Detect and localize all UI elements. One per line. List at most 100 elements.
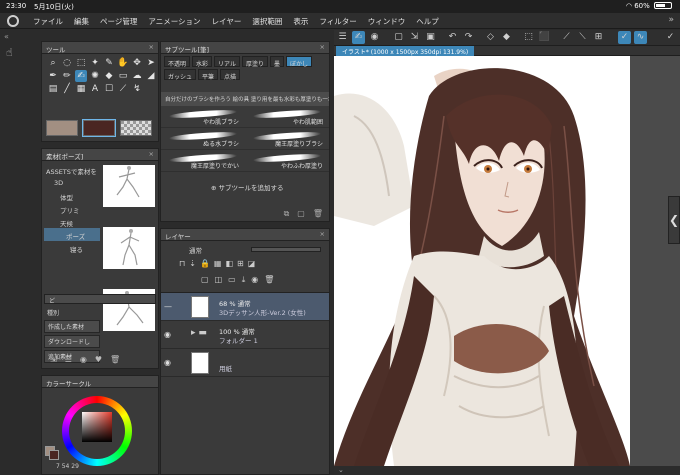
- document-tab[interactable]: イラスト* (1000 x 1500px 350dpi 131.9%): [336, 46, 475, 56]
- redo-icon[interactable]: ↷: [462, 31, 475, 44]
- tab-blur[interactable]: ぼかし: [286, 56, 313, 68]
- layer-row[interactable]: ◉ ▸ ▬ 100 % 通常 フォルダー 1: [161, 321, 329, 349]
- menu-selection[interactable]: 選択範囲: [252, 16, 282, 27]
- brush-item[interactable]: やわふわ厚塗り: [245, 150, 329, 172]
- menu-help[interactable]: ヘルプ: [416, 16, 439, 27]
- lasso-tool-icon[interactable]: ◌: [61, 57, 73, 69]
- merge-icon[interactable]: ⤓: [242, 275, 246, 285]
- layer-mode-icon[interactable]: ◉: [368, 31, 381, 44]
- pose-thumbnail[interactable]: [103, 227, 155, 269]
- collapse-left-icon[interactable]: «: [4, 32, 9, 41]
- tree-item-body[interactable]: 体型: [44, 189, 100, 202]
- delete-icon[interactable]: 🗑: [110, 355, 120, 366]
- right-panel-toggle[interactable]: ❮: [668, 196, 680, 244]
- undo-icon[interactable]: ↶: [446, 31, 459, 44]
- tab-ink[interactable]: 墨: [270, 56, 285, 68]
- tree-item-pose[interactable]: ポーズ: [44, 228, 100, 241]
- operation-tool-icon[interactable]: ➤: [145, 57, 157, 69]
- mask-icon[interactable]: ◧: [225, 259, 233, 268]
- eraser-tool-icon[interactable]: ▭: [117, 70, 129, 82]
- gradient-tool-icon[interactable]: ▤: [47, 83, 59, 95]
- panel-close-icon[interactable]: ×: [149, 43, 154, 51]
- tag-downloaded[interactable]: ダウンロードし: [44, 335, 100, 348]
- ruler-icon[interactable]: ⊞: [237, 259, 244, 268]
- artboard[interactable]: [334, 56, 630, 466]
- open-file-icon[interactable]: ⇲: [408, 31, 421, 44]
- tab-flat[interactable]: 平筆: [198, 69, 219, 81]
- correct-line-tool-icon[interactable]: ↯: [131, 83, 143, 95]
- save-icon[interactable]: ▣: [424, 31, 437, 44]
- fill-tool-icon[interactable]: ◢: [145, 70, 157, 82]
- tree-item-primitive[interactable]: プリミ: [44, 202, 100, 215]
- sub-color-chip[interactable]: [49, 450, 59, 460]
- app-logo-icon[interactable]: [7, 15, 19, 27]
- transform-icon[interactable]: ⬚: [522, 31, 535, 44]
- paste-icon[interactable]: ⇲: [50, 355, 57, 366]
- panel-close-icon[interactable]: ×: [149, 150, 154, 158]
- eye-icon[interactable]: ◉: [164, 358, 171, 367]
- expand-icon[interactable]: ✓: [664, 31, 677, 44]
- brush-item[interactable]: ぬる水ブラシ: [161, 128, 245, 150]
- layer-row[interactable]: — 68 % 通常 3Dデッサン人形-Ver.2 (女性): [161, 293, 329, 321]
- tree-item-weather[interactable]: 天候: [44, 215, 100, 228]
- brush-item[interactable]: 魔王厚塗りでかい: [161, 150, 245, 172]
- menu-layer[interactable]: レイヤー: [212, 16, 242, 27]
- chevron-down-icon[interactable]: ⌄: [338, 466, 344, 474]
- snap-grid-icon[interactable]: ⊞: [592, 31, 605, 44]
- sub-color-swatch[interactable]: [82, 119, 116, 137]
- subtool-copy-icon[interactable]: ⧉: [284, 209, 290, 219]
- frame-tool-icon[interactable]: ▦: [75, 83, 87, 95]
- deselect-icon[interactable]: ⬛: [538, 31, 551, 44]
- tab-thick[interactable]: 厚塗り: [241, 56, 268, 68]
- collapse-right-icon[interactable]: »: [668, 15, 674, 25]
- balloon-tool-icon[interactable]: ☐: [103, 83, 115, 95]
- brush-mode-icon[interactable]: ✍: [352, 31, 365, 44]
- delete-layer-icon[interactable]: 🗑: [264, 275, 274, 285]
- new-vector-icon[interactable]: ◫: [215, 275, 223, 285]
- material-search-input[interactable]: ど: [44, 294, 156, 305]
- eyedropper-tool-icon[interactable]: ✎: [103, 57, 115, 69]
- menu-animation[interactable]: アニメーション: [148, 16, 200, 27]
- new-file-icon[interactable]: ▢: [392, 31, 405, 44]
- mask-add-icon[interactable]: ◉: [251, 275, 258, 285]
- blend-mode-select[interactable]: 通常: [189, 245, 202, 255]
- tab-watercolor[interactable]: 水彩: [192, 56, 213, 68]
- hand-tool-icon[interactable]: ✋: [117, 57, 129, 69]
- transparent-color-swatch[interactable]: [120, 120, 152, 136]
- brush-item[interactable]: やわ肌範囲: [245, 106, 329, 128]
- new-folder-icon[interactable]: ▭: [228, 275, 236, 285]
- menu-view[interactable]: 表示: [293, 16, 308, 27]
- menu-edit[interactable]: 編集: [74, 16, 89, 27]
- visibility-off-icon[interactable]: —: [164, 302, 172, 311]
- brush-tool-icon[interactable]: ✍: [75, 70, 87, 82]
- pen-tool-icon[interactable]: ✒: [47, 70, 59, 82]
- ruler-tool-icon[interactable]: ⟋: [117, 83, 129, 95]
- lock-alpha-icon[interactable]: ▦: [214, 259, 222, 268]
- menu-window[interactable]: ウィンドウ: [368, 16, 406, 27]
- figure-tool-icon[interactable]: ╱: [61, 83, 73, 95]
- favorite-icon[interactable]: ♥: [95, 355, 102, 366]
- subtool-delete-icon[interactable]: 🗑: [313, 209, 323, 219]
- panel-close-icon[interactable]: ×: [320, 43, 325, 51]
- brush-item[interactable]: やわ肌ブラシ: [161, 106, 245, 128]
- tab-opaque[interactable]: 不透明: [164, 56, 191, 68]
- snap-ruler-icon[interactable]: ⟋: [560, 31, 573, 44]
- erase-icon[interactable]: ◇: [484, 31, 497, 44]
- add-subtool-button[interactable]: ⊕ サブツールを追加する: [211, 182, 284, 192]
- menu-page[interactable]: ページ管理: [100, 16, 137, 27]
- snap-special-icon[interactable]: ⟍: [576, 31, 589, 44]
- pose-thumbnail[interactable]: [103, 165, 155, 207]
- list-view-icon[interactable]: ☰: [65, 355, 72, 366]
- saturation-value-box[interactable]: [82, 412, 112, 442]
- menu-filter[interactable]: フィルター: [319, 16, 356, 27]
- zoom-tool-icon[interactable]: ⌕: [47, 57, 59, 69]
- color-icon[interactable]: ◪: [248, 259, 256, 268]
- tab-stipple[interactable]: 点描: [220, 69, 241, 81]
- tab-real[interactable]: リアル: [214, 56, 240, 68]
- brush-item[interactable]: 魔王厚塗りブラシ: [245, 128, 329, 150]
- text-tool-icon[interactable]: A: [89, 83, 101, 95]
- tab-gouache[interactable]: ガッシュ: [164, 69, 197, 81]
- main-color-swatch[interactable]: [46, 120, 78, 136]
- move-tool-icon[interactable]: ✥: [131, 57, 143, 69]
- eye-icon[interactable]: ◉: [164, 330, 171, 339]
